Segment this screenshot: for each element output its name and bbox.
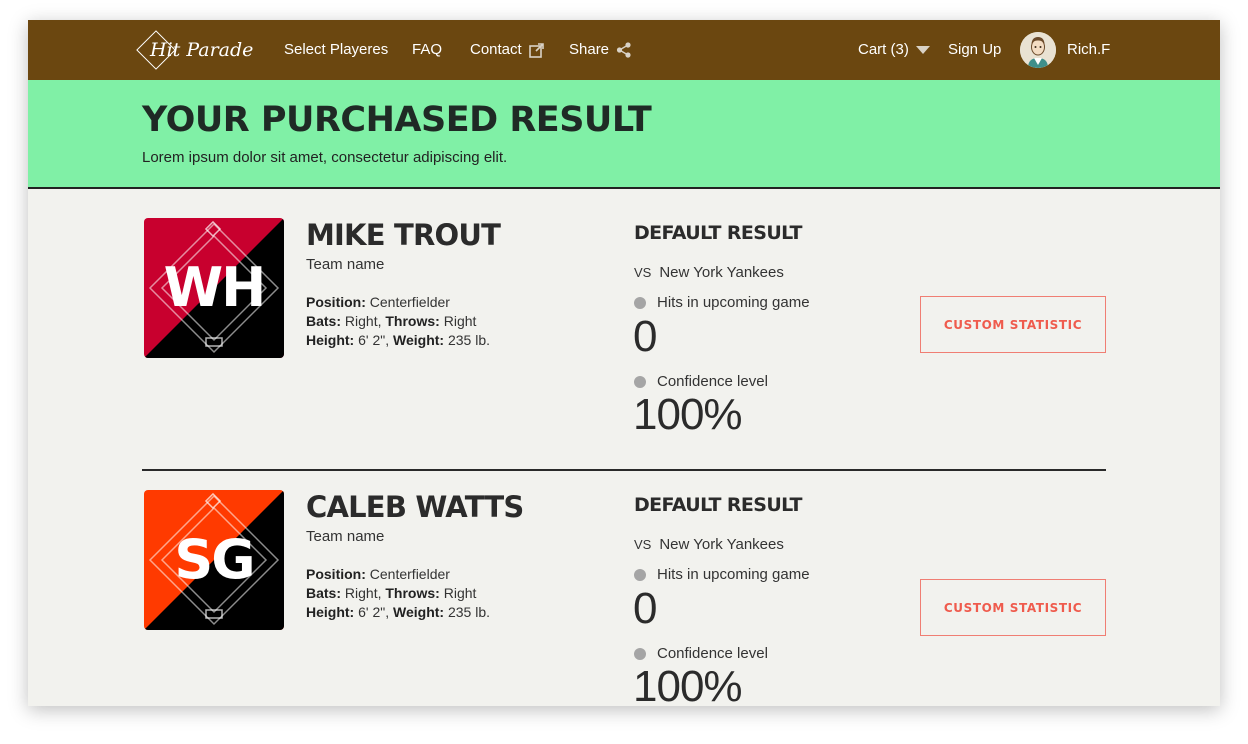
confidence-label: Confidence level [634, 645, 768, 662]
custom-statistic-button[interactable]: CUSTOM STATISTIC [920, 579, 1106, 636]
player-stats: Position: Centerfielder Bats: Right, Thr… [306, 565, 490, 622]
height-label: Height: [306, 604, 355, 620]
height-value: 6' 2", [358, 332, 390, 348]
throws-label: Throws: [385, 313, 440, 329]
bullet-dot-icon [634, 296, 646, 309]
opponent-name: New York Yankees [659, 264, 784, 281]
position-label: Position: [306, 566, 366, 582]
page-subtitle: Lorem ipsum dolor sit amet, consectetur … [142, 149, 508, 166]
default-result-title: DEFAULT RESULT [634, 494, 802, 516]
bats-label: Bats: [306, 585, 342, 601]
bullet-dot-icon [634, 568, 646, 581]
height-value: 6' 2", [358, 604, 390, 620]
sign-up-link[interactable]: Sign Up [948, 20, 1001, 80]
confidence-label-text: Confidence level [657, 645, 768, 662]
player-name: MIKE TROUT [306, 218, 501, 252]
confidence-label: Confidence level [634, 373, 768, 390]
default-result-title: DEFAULT RESULT [634, 222, 802, 244]
hits-value: 0 [633, 584, 658, 633]
page-title: YOUR PURCHASED RESULT [142, 100, 652, 140]
opponent-line: VS New York Yankees [634, 264, 784, 281]
nav-contact-label: Contact [470, 41, 522, 58]
hits-label: Hits in upcoming game [634, 294, 810, 311]
badge-initials: SG [174, 528, 255, 591]
nav-faq-label: FAQ [412, 41, 443, 58]
nav-faq[interactable]: FAQ [412, 20, 442, 80]
hits-value: 0 [633, 312, 658, 361]
team-name: Team name [306, 528, 385, 545]
app-window: Hit Parade Select Playeres FAQ Contact S… [28, 20, 1220, 706]
bullet-dot-icon [634, 647, 646, 660]
throws-label: Throws: [385, 585, 440, 601]
avatar[interactable] [1020, 32, 1056, 68]
nav-select-players-label: Select Playeres [284, 41, 389, 58]
player-badge: SG [144, 490, 284, 630]
bats-value: Right, [344, 313, 382, 329]
bullet-dot-icon [634, 375, 646, 388]
hits-label-text: Hits in upcoming game [657, 566, 810, 583]
weight-value: 235 lb. [447, 604, 491, 620]
confidence-value: 100% [633, 662, 743, 706]
vs-label: VS [634, 265, 652, 280]
weight-label: Weight: [393, 604, 445, 620]
weight-label: Weight: [393, 332, 445, 348]
hits-label-text: Hits in upcoming game [657, 294, 810, 311]
logo[interactable]: Hit Parade [136, 30, 254, 70]
cart-label: Cart (3) [858, 41, 909, 58]
badge-initials: WH [163, 256, 267, 319]
throws-value: Right [443, 313, 477, 329]
cart-dropdown[interactable]: Cart (3) [858, 20, 930, 80]
caret-down-icon [915, 46, 930, 54]
weight-value: 235 lb. [447, 332, 491, 348]
position-label: Position: [306, 294, 366, 310]
top-nav: Hit Parade Select Playeres FAQ Contact S… [28, 20, 1220, 80]
hits-label: Hits in upcoming game [634, 566, 810, 583]
player-stats: Position: Centerfielder Bats: Right, Thr… [306, 293, 490, 350]
user-name[interactable]: Rich.F [1067, 20, 1110, 80]
nav-contact[interactable]: Contact [470, 20, 544, 80]
logo-text: Hit Parade [150, 39, 254, 61]
share-icon [616, 42, 631, 58]
vs-label: VS [634, 537, 652, 552]
player-name: CALEB WATTS [306, 490, 524, 524]
user-portrait-icon [1020, 32, 1056, 68]
bats-label: Bats: [306, 313, 342, 329]
player-card: WH MIKE TROUT Team name Position: Center… [28, 218, 1220, 488]
user-name-label: Rich.F [1067, 41, 1111, 58]
throws-value: Right [443, 585, 477, 601]
custom-statistic-button[interactable]: CUSTOM STATISTIC [920, 296, 1106, 353]
opponent-line: VS New York Yankees [634, 536, 784, 553]
player-card: SG CALEB WATTS Team name Position: Cente… [28, 490, 1220, 706]
position-value: Centerfielder [369, 566, 450, 582]
position-value: Centerfielder [369, 294, 450, 310]
nav-share-label: Share [569, 41, 610, 58]
confidence-value: 100% [633, 390, 743, 439]
player-badge: WH [144, 218, 284, 358]
hero-banner: YOUR PURCHASED RESULT Lorem ipsum dolor … [28, 80, 1220, 189]
nav-share[interactable]: Share [569, 20, 632, 80]
sign-up-label: Sign Up [948, 41, 1002, 58]
height-label: Height: [306, 332, 355, 348]
opponent-name: New York Yankees [659, 536, 784, 553]
bats-value: Right, [344, 585, 382, 601]
card-divider [142, 469, 1106, 471]
nav-select-players[interactable]: Select Playeres [284, 20, 388, 80]
confidence-label-text: Confidence level [657, 373, 768, 390]
external-link-icon [528, 42, 544, 58]
team-name: Team name [306, 256, 385, 273]
